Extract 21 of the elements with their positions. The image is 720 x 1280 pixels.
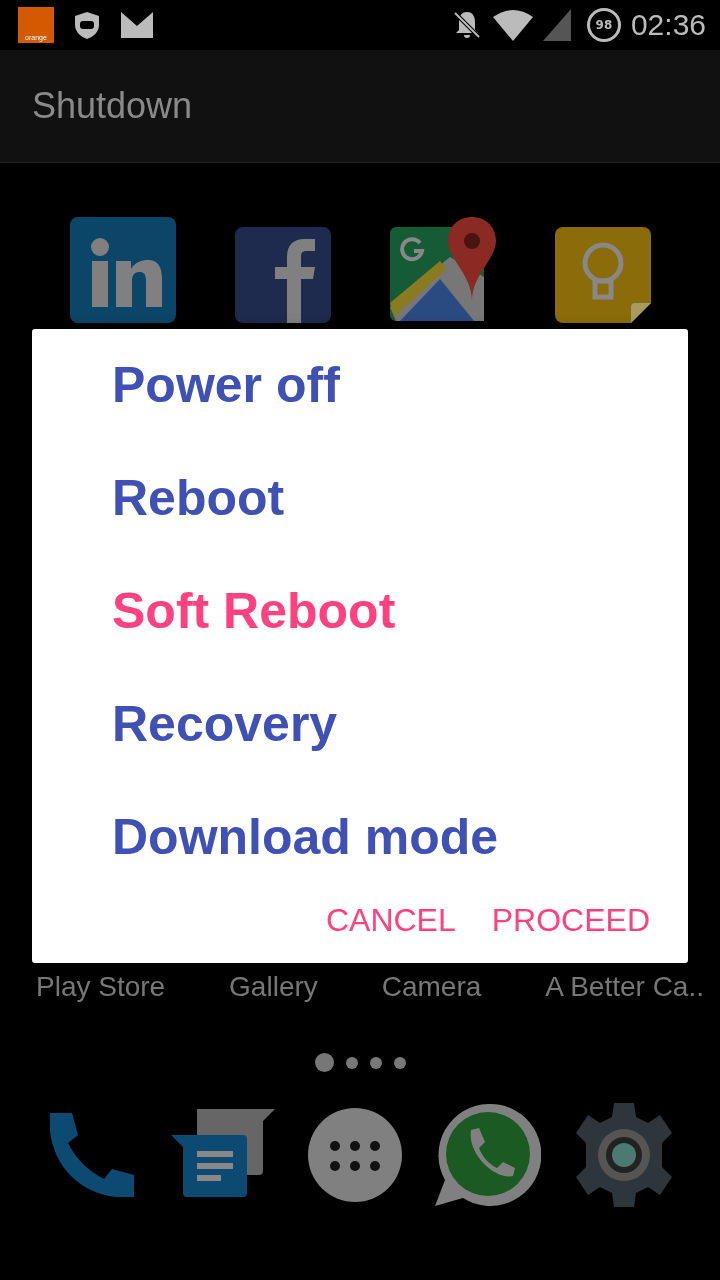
lightbulb-app-icon[interactable] bbox=[554, 227, 651, 323]
map-pin-app-icon[interactable] bbox=[389, 217, 496, 323]
shutdown-option[interactable]: Power off bbox=[32, 345, 688, 458]
app-drawer-icon[interactable] bbox=[308, 1108, 402, 1202]
app-label: Play Store bbox=[36, 971, 166, 1003]
shutdown-option[interactable]: Recovery bbox=[32, 684, 688, 797]
app-label: Camera bbox=[381, 971, 482, 1003]
clock-time: 02:36 bbox=[630, 8, 706, 42]
wifi-icon bbox=[492, 9, 533, 41]
shutdown-option[interactable]: Reboot bbox=[32, 458, 688, 571]
settings-icon[interactable] bbox=[573, 1103, 674, 1207]
mail-icon bbox=[120, 10, 154, 40]
facebook-app-icon[interactable] bbox=[234, 227, 331, 323]
signal-icon bbox=[542, 9, 571, 41]
app-label: Gallery bbox=[229, 971, 318, 1003]
linkedin-app-icon[interactable] bbox=[69, 217, 176, 323]
shield-icon bbox=[72, 10, 102, 40]
app-label: A Better Ca.. bbox=[545, 971, 704, 1003]
chat-phone-app-icon[interactable] bbox=[434, 1102, 541, 1208]
app-title: Shutdown bbox=[32, 85, 193, 127]
battery-indicator: 98 bbox=[586, 8, 621, 42]
